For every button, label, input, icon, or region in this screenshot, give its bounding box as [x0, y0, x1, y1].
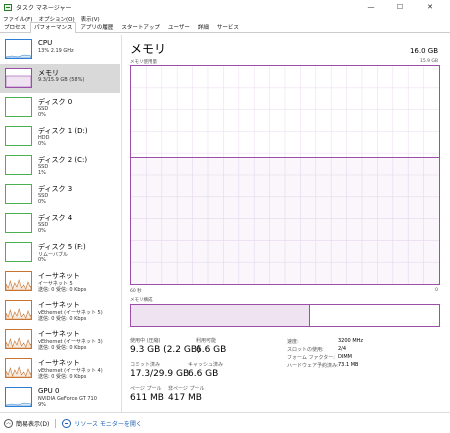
cached-value: 6.6 GB: [188, 369, 219, 379]
form-factor-label: フォーム ファクター:: [287, 355, 335, 361]
composition-in-use-segment: [131, 305, 310, 326]
resource-monitor-icon: [62, 418, 72, 428]
paged-pool-label: ページ プール: [130, 386, 162, 392]
sidebar-item-title: GPU 0: [38, 387, 60, 395]
title-bar: タスク マネージャー — ☐ ✕: [0, 0, 450, 14]
nonpaged-pool-value: 417 MB: [168, 393, 202, 403]
tab-services[interactable]: サービス: [213, 22, 243, 32]
memory-graph-icon: [5, 68, 32, 88]
sidebar-item-detail: 0%: [38, 141, 46, 147]
sidebar-item-detail: 13% 2.19 GHz: [38, 48, 74, 54]
sidebar-item-eth4[interactable]: イーサネット vEthernet (イーサネット 4) 送信: 0 受信: 0 Kb…: [0, 354, 120, 383]
sidebar-item-detail: 送信: 0 受信: 0 Kbps: [38, 374, 87, 380]
sidebar-item-disk2[interactable]: ディスク 2 (C:) SSD 1%: [0, 151, 120, 180]
minimize-button[interactable]: —: [361, 0, 381, 14]
footer-bar: ︿ 簡易表示(D) リソース モニターを開く: [0, 412, 450, 433]
task-manager-window: タスク マネージャー — ☐ ✕ ファイル(F) オプション(O) 表示(V) …: [0, 0, 450, 433]
tab-users[interactable]: ユーザー: [164, 22, 194, 32]
available-label: 利用可能: [196, 338, 217, 344]
usage-graph-canvas: [131, 66, 439, 284]
disk-graph-icon: [5, 213, 32, 233]
slots-used-label: スロットの使用:: [287, 347, 324, 353]
tab-processes[interactable]: プロセス: [0, 22, 30, 32]
hardware-reserved-value: 73.1 MB: [338, 362, 359, 368]
tab-app-history[interactable]: アプリの履歴: [76, 22, 117, 32]
sidebar-item-disk3[interactable]: ディスク 3 SSD 0%: [0, 180, 120, 209]
available-value: 6.6 GB: [196, 345, 227, 355]
tab-details[interactable]: 詳細: [194, 22, 213, 32]
task-manager-app-icon: [4, 3, 12, 11]
tab-bar: プロセス パフォーマンス アプリの履歴 スタートアップ ユーザー 詳細 サービス: [0, 22, 450, 33]
sidebar-item-cpu[interactable]: CPU 13% 2.19 GHz: [0, 35, 120, 64]
nonpaged-pool-label: 非ページ プール: [168, 386, 205, 392]
network-graph-icon: [5, 329, 32, 349]
sidebar-item-detail: 0%: [38, 257, 46, 263]
graph-time-right: 0: [435, 288, 438, 293]
footer-divider: [55, 418, 57, 428]
disk-graph-icon: [5, 126, 32, 146]
gpu-graph-icon: [5, 387, 32, 407]
sidebar-item-memory[interactable]: メモリ 9.3/15.9 GB (58%): [0, 64, 120, 93]
fewer-details-label: 簡易表示(D): [16, 420, 50, 428]
sidebar-item-detail: 9.3/15.9 GB (58%): [38, 77, 85, 83]
sidebar-item-detail: 0%: [38, 112, 46, 118]
sidebar-item-disk1[interactable]: ディスク 1 (D:) HDD 0%: [0, 122, 120, 151]
sidebar-item-detail: 9%: [38, 402, 46, 408]
network-graph-icon: [5, 358, 32, 378]
page-title: メモリ: [130, 42, 167, 56]
usage-graph-max: 15.9 GB: [419, 59, 438, 64]
sidebar-item-disk5[interactable]: ディスク 5 (F:) リムーバブル 0%: [0, 238, 120, 267]
paged-pool-value: 611 MB: [130, 393, 164, 403]
sidebar-item-detail: 送信: 0 受信: 0 Kbps: [38, 287, 87, 293]
memory-usage-graph: [130, 65, 440, 285]
open-resource-monitor-link[interactable]: リソース モニターを開く: [62, 418, 142, 428]
sidebar-item-detail: 送信: 0 受信: 0 Kbps: [38, 345, 87, 351]
sidebar-item-disk4[interactable]: ディスク 4 SSD 0%: [0, 209, 120, 238]
sidebar-item-disk0[interactable]: ディスク 0 SSD 0%: [0, 93, 120, 122]
disk-graph-icon: [5, 242, 32, 262]
memory-total: 16.0 GB: [409, 47, 438, 55]
resource-sidebar: CPU 13% 2.19 GHz メモリ 9.3/15.9 GB (58%) ディスク …: [0, 35, 122, 412]
hardware-reserved-label: ハードウェア予約済み:: [287, 363, 339, 369]
sidebar-item-detail: 1%: [38, 170, 46, 176]
sidebar-item-title: CPU: [38, 39, 53, 47]
tab-performance[interactable]: パフォーマンス: [30, 22, 77, 33]
network-graph-icon: [5, 271, 32, 291]
in-use-label: 使用中 (圧縮): [130, 338, 161, 344]
sidebar-item-detail: 送信: 0 受信: 0 Kbps: [38, 316, 87, 322]
sidebar-item-detail: NVIDIA GeForce GT 710: [38, 396, 97, 402]
memory-composition-bar: [130, 304, 440, 327]
resource-monitor-label: リソース モニターを開く: [74, 420, 142, 428]
graph-time-left: 60 秒: [130, 289, 142, 294]
slots-used-value: 2/4: [338, 346, 347, 352]
sidebar-item-detail: 0%: [38, 228, 46, 234]
window-title: タスク マネージャー: [16, 4, 72, 12]
usage-area: [131, 157, 439, 284]
form-factor-value: DIMM: [338, 354, 352, 360]
chevron-up-icon: ︿: [4, 418, 13, 428]
speed-value: 3200 MHz: [338, 338, 364, 344]
speed-label: 速度:: [287, 339, 299, 345]
disk-graph-icon: [5, 155, 32, 175]
committed-value: 17.3/29.9 GB: [130, 369, 190, 379]
committed-label: コミット済み: [130, 362, 161, 368]
cached-label: キャッシュ済み: [188, 362, 224, 368]
network-graph-icon: [5, 300, 32, 320]
sidebar-item-detail: 0%: [38, 199, 46, 205]
sidebar-item-eth1[interactable]: イーサネット イーサネット 5 送信: 0 受信: 0 Kbps: [0, 267, 120, 296]
sidebar-item-eth3[interactable]: イーサネット vEthernet (イーサネット 3) 送信: 0 受信: 0 Kb…: [0, 325, 120, 354]
cpu-graph-icon: [5, 39, 32, 59]
fewer-details-button[interactable]: ︿ 簡易表示(D): [4, 418, 50, 428]
maximize-button[interactable]: ☐: [390, 0, 410, 14]
sidebar-item-gpu0[interactable]: GPU 0 NVIDIA GeForce GT 710 9%: [0, 383, 120, 412]
in-use-value: 9.3 GB (2.2 GB): [130, 345, 201, 355]
close-button[interactable]: ✕: [420, 0, 440, 14]
sidebar-item-eth2[interactable]: イーサネット vEthernet (イーサネット 5) 送信: 0 受信: 0 Kb…: [0, 296, 120, 325]
disk-graph-icon: [5, 184, 32, 204]
tab-startup[interactable]: スタートアップ: [117, 22, 164, 32]
composition-label: メモリ構成: [130, 298, 153, 303]
disk-graph-icon: [5, 97, 32, 117]
